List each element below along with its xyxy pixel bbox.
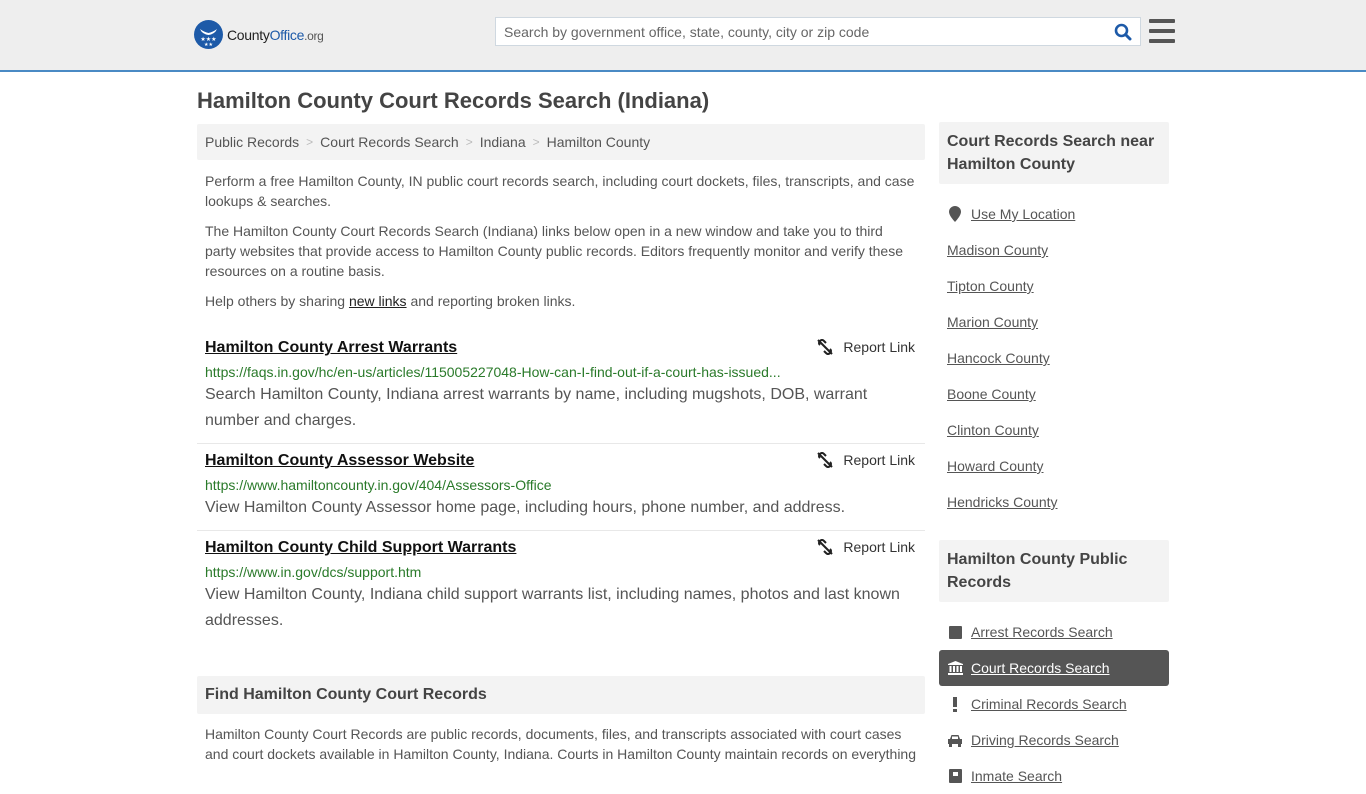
resource-link-title[interactable]: Hamilton County Child Support Warrants [205, 537, 516, 559]
nearby-county-link[interactable]: Madison County [947, 242, 1048, 258]
nearby-county-item[interactable]: Clinton County [939, 412, 1169, 448]
search-bar [495, 17, 1141, 46]
nearby-heading: Court Records Search near Hamilton Count… [939, 122, 1169, 184]
resource-link-description: View Hamilton County, Indiana child supp… [205, 586, 900, 629]
find-records-body: Hamilton County Court Records are public… [205, 726, 916, 762]
logo-text: CountyOffice.org [227, 26, 324, 43]
report-link-button[interactable]: Report Link [817, 339, 915, 355]
exclamation-icon [947, 696, 963, 712]
resource-links-list: Hamilton County Arrest Warrants Report L… [197, 331, 925, 643]
breadcrumb-separator: > [465, 135, 473, 149]
resource-link-description: Search Hamilton County, Indiana arrest w… [205, 386, 868, 429]
nearby-county-item[interactable]: Hancock County [939, 340, 1169, 376]
search-icon [1114, 23, 1132, 40]
page-title: Hamilton County Court Records Search (In… [197, 88, 710, 113]
sidebar-item-label[interactable]: Arrest Records Search [971, 624, 1113, 640]
nearby-county-link[interactable]: Hancock County [947, 350, 1050, 366]
menu-button[interactable] [1149, 19, 1175, 43]
nearby-county-item[interactable]: Marion County [939, 304, 1169, 340]
search-input[interactable] [496, 18, 1106, 45]
nearby-county-link[interactable]: Howard County [947, 458, 1044, 474]
nearby-county-item[interactable]: Tipton County [939, 268, 1169, 304]
breadcrumb-separator: > [306, 135, 314, 149]
square-icon [947, 625, 963, 639]
broken-link-icon [817, 539, 834, 555]
nearby-county-item[interactable]: Boone County [939, 376, 1169, 412]
resource-link-item: Hamilton County Arrest Warrants Report L… [197, 331, 925, 444]
find-records-heading: Find Hamilton County Court Records [197, 676, 925, 714]
breadcrumb-separator: > [532, 135, 540, 149]
resource-link-url: https://www.hamiltoncounty.in.gov/404/As… [205, 477, 552, 493]
sidebar-item-arrest-records[interactable]: Arrest Records Search [939, 614, 1169, 650]
report-link-button[interactable]: Report Link [817, 539, 915, 555]
courthouse-icon [947, 661, 963, 675]
report-link-button[interactable]: Report Link [817, 452, 915, 468]
public-records-section: Hamilton County Public Records Arrest Re… [939, 540, 1169, 794]
intro-paragraph: The Hamilton County Court Records Search… [205, 223, 903, 279]
nearby-county-link[interactable]: Marion County [947, 314, 1038, 330]
use-my-location-item[interactable]: Use My Location [939, 196, 1169, 232]
resource-link-title[interactable]: Hamilton County Assessor Website [205, 450, 474, 472]
resource-link-url: https://faqs.in.gov/hc/en-us/articles/11… [205, 364, 781, 380]
sidebar: Court Records Search near Hamilton Count… [939, 122, 1169, 794]
sidebar-item-court-records[interactable]: Court Records Search [939, 650, 1169, 686]
nearby-county-item[interactable]: Madison County [939, 232, 1169, 268]
resource-link-title[interactable]: Hamilton County Arrest Warrants [205, 337, 457, 359]
nearby-list: Use My Location Madison County Tipton Co… [939, 196, 1169, 520]
search-button[interactable] [1106, 18, 1140, 45]
breadcrumb-indiana[interactable]: Indiana [480, 134, 526, 150]
resource-link-description: View Hamilton County Assessor home page,… [205, 499, 846, 516]
sidebar-item-label[interactable]: Inmate Search [971, 768, 1062, 784]
breadcrumb-public-records[interactable]: Public Records [205, 134, 299, 150]
broken-link-icon [817, 339, 834, 355]
nearby-county-item[interactable]: Howard County [939, 448, 1169, 484]
intro-paragraph: Perform a free Hamilton County, IN publi… [205, 173, 915, 209]
nearby-county-link[interactable]: Boone County [947, 386, 1036, 402]
public-records-heading: Hamilton County Public Records [939, 540, 1169, 602]
sidebar-item-label[interactable]: Court Records Search [971, 660, 1110, 676]
svg-text:★★: ★★ [204, 42, 213, 48]
hamburger-icon-bar [1149, 39, 1175, 43]
broken-link-icon [817, 452, 834, 468]
main-content: Public Records > Court Records Search > … [197, 124, 925, 643]
sidebar-item-inmate-search[interactable]: Inmate Search [939, 758, 1169, 794]
nearby-county-link[interactable]: Tipton County [947, 278, 1034, 294]
sidebar-item-driving-records[interactable]: Driving Records Search [939, 722, 1169, 758]
site-logo[interactable]: ★★★ ★★ CountyOffice.org [194, 20, 324, 49]
resource-link-item: Hamilton County Assessor Website Report … [197, 444, 925, 531]
breadcrumb-court-records-search[interactable]: Court Records Search [320, 134, 459, 150]
share-links-paragraph: Help others by sharing new links and rep… [205, 293, 576, 309]
inmate-icon [947, 769, 963, 783]
sidebar-item-label[interactable]: Criminal Records Search [971, 696, 1127, 712]
nearby-county-link[interactable]: Clinton County [947, 422, 1039, 438]
breadcrumb-current: Hamilton County [546, 134, 651, 150]
site-header: ★★★ ★★ CountyOffice.org [0, 0, 1366, 72]
eagle-stars-icon: ★★★ ★★ [194, 20, 223, 49]
map-pin-icon [947, 206, 963, 222]
intro-text: Perform a free Hamilton County, IN publi… [197, 171, 925, 311]
find-records-section: Find Hamilton County Court Records Hamil… [197, 676, 925, 764]
hamburger-icon-bar [1149, 29, 1175, 33]
resource-link-url: https://www.in.gov/dcs/support.htm [205, 564, 422, 580]
hamburger-icon-bar [1149, 19, 1175, 23]
sidebar-item-criminal-records[interactable]: Criminal Records Search [939, 686, 1169, 722]
resource-link-item: Hamilton County Child Support Warrants R… [197, 531, 925, 643]
use-my-location-link[interactable]: Use My Location [971, 206, 1075, 222]
new-links-link[interactable]: new links [349, 293, 407, 309]
public-records-list: Arrest Records Search Court Records Sear… [939, 614, 1169, 794]
nearby-county-item[interactable]: Hendricks County [939, 484, 1169, 520]
nearby-county-link[interactable]: Hendricks County [947, 494, 1058, 510]
sidebar-item-label[interactable]: Driving Records Search [971, 732, 1119, 748]
breadcrumb: Public Records > Court Records Search > … [197, 124, 925, 160]
car-icon [947, 734, 963, 747]
